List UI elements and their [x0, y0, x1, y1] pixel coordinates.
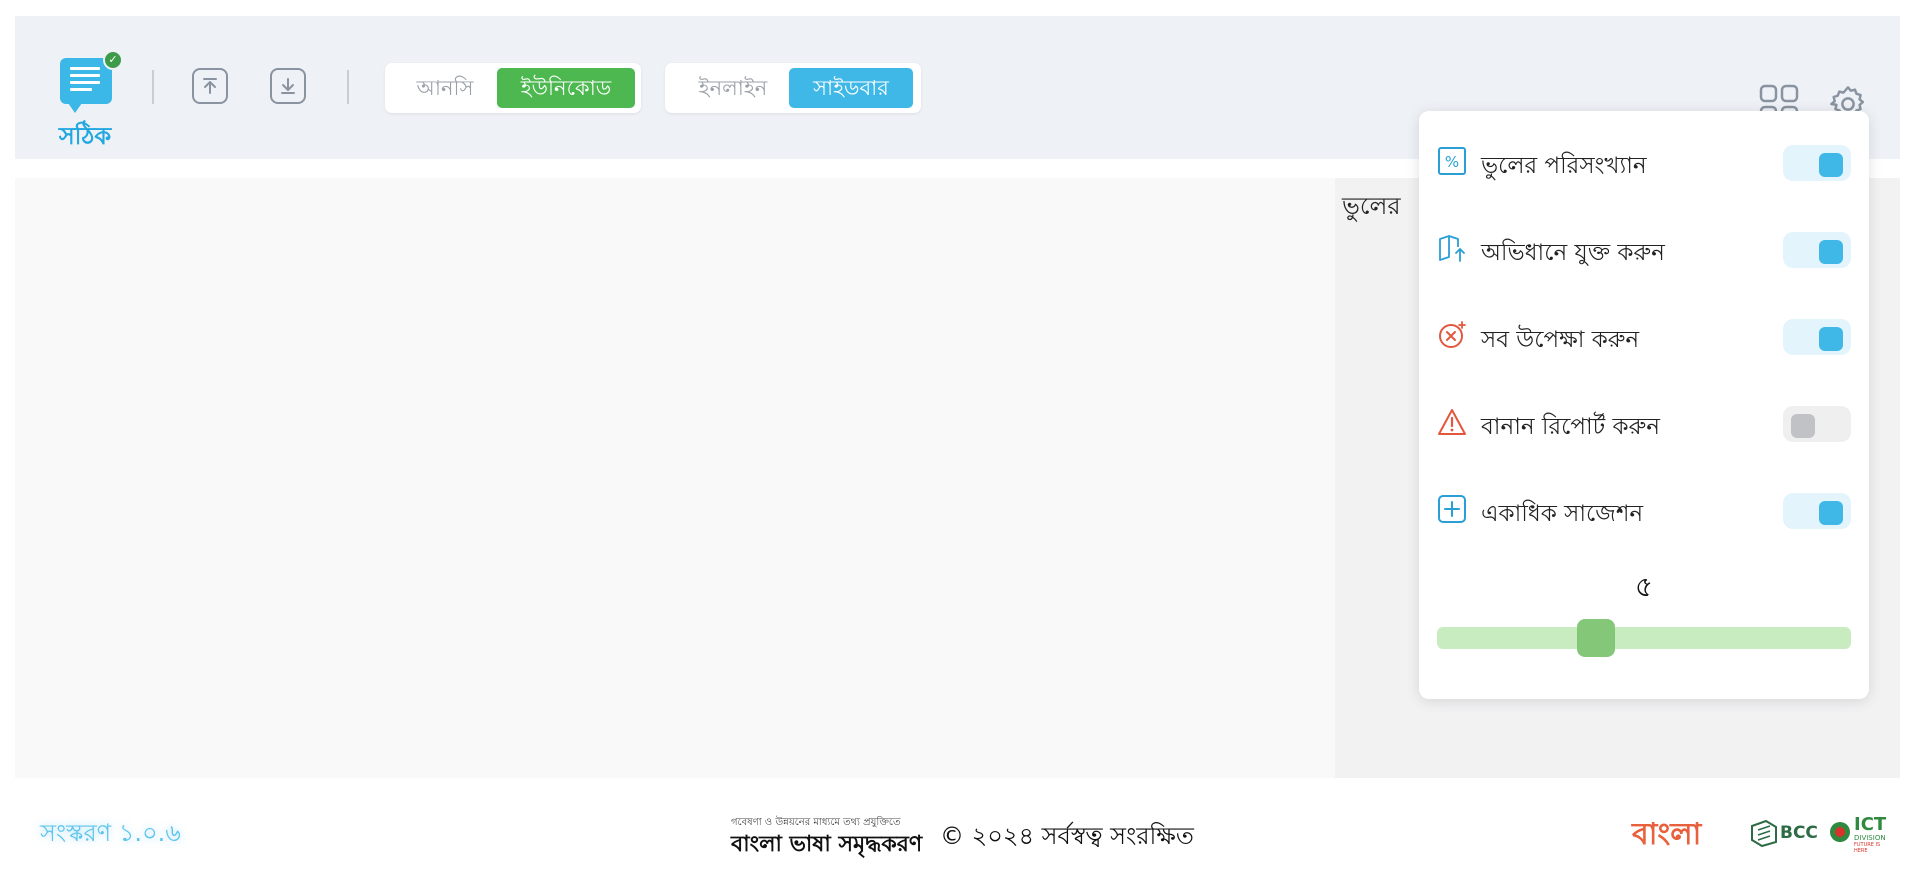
bcc-logo: BCC: [1750, 818, 1818, 850]
upload-button[interactable]: [192, 68, 228, 104]
suggestion-count-slider-thumb[interactable]: [1577, 619, 1615, 657]
suggestion-count-value: ৫: [1634, 570, 1654, 603]
suggestion-count-slider-track[interactable]: [1437, 627, 1851, 649]
setting-report-spelling: বানান রিপোর্ট করুন: [1437, 398, 1851, 448]
encoding-toggle: আনসি ইউনিকোড: [385, 63, 641, 113]
setting-label: সব উপেক্ষা করুন: [1481, 327, 1640, 353]
sidebar-option[interactable]: সাইডবার: [789, 68, 913, 108]
setting-label: ভুলের পরিসংখ্যান: [1481, 153, 1647, 179]
copyright-text: © ২০২৪ সর্বস্বত্ব সংরক্ষিত: [940, 822, 1194, 850]
setting-label: একাধিক সাজেশন: [1481, 501, 1644, 527]
divider: [347, 70, 349, 104]
inline-option[interactable]: ইনলাইন: [675, 68, 791, 108]
ict-division-logo: ICT DIVISION FUTURE IS HERE: [1830, 814, 1892, 854]
text-editor[interactable]: [15, 178, 1335, 778]
svg-text:%: %: [1445, 153, 1459, 171]
upload-icon: [203, 78, 217, 94]
ict-tagline: FUTURE IS HERE: [1854, 842, 1881, 854]
bcc-emblem-icon: [1751, 819, 1777, 848]
setting-ignore-all: সব উপেক্ষা করুন: [1437, 311, 1851, 361]
setting-label: অভিধানে যুক্ত করুন: [1481, 240, 1665, 266]
setting-label: বানান রিপোর্ট করুন: [1481, 414, 1660, 440]
plus-square-icon: [1438, 495, 1466, 523]
error-stats-toggle[interactable]: [1783, 145, 1851, 181]
version-label: সংস্করণ ১.০.৬: [40, 819, 181, 847]
ansi-option[interactable]: আনসি: [395, 68, 495, 108]
check-icon: ✓: [103, 50, 123, 70]
view-toggle: ইনলাইন সাইডবার: [665, 63, 921, 113]
divider: [152, 70, 154, 104]
bangla-logo: বাংলা: [1632, 817, 1702, 852]
percent-icon: %: [1438, 147, 1466, 175]
report-spelling-toggle[interactable]: [1783, 406, 1851, 442]
setting-error-stats: % ভুলের পরিসংখ্যান: [1437, 137, 1851, 187]
multiple-suggestions-toggle[interactable]: [1783, 493, 1851, 529]
ict-emblem-icon: [1830, 822, 1850, 842]
add-dictionary-toggle[interactable]: [1783, 232, 1851, 268]
bcc-text: BCC: [1780, 823, 1818, 843]
ignore-all-icon: [1439, 321, 1466, 348]
book-add-icon: [1439, 235, 1465, 262]
setting-multiple-suggestions: একাধিক সাজেশন: [1437, 485, 1851, 535]
download-icon: [281, 78, 295, 94]
download-button[interactable]: [270, 68, 306, 104]
warning-icon: [1438, 409, 1466, 435]
settings-panel: % ভুলের পরিসংখ্যান অভিধানে যুক্ত করুন সব…: [1419, 111, 1869, 699]
unicode-option[interactable]: ইউনিকোড: [497, 68, 635, 108]
ict-text: ICT: [1854, 814, 1887, 835]
setting-add-dictionary: অভিধানে যুক্ত করুন: [1437, 224, 1851, 274]
logo-text: সঠিক: [58, 122, 112, 150]
sidebar-title: ভুলের: [1342, 192, 1401, 220]
credit-project: বাংলা ভাষা সমৃদ্ধকরণ: [731, 832, 923, 857]
ignore-all-toggle[interactable]: [1783, 319, 1851, 355]
app-logo[interactable]: ✓ সঠিক: [45, 44, 125, 150]
ict-division-text: DIVISION: [1854, 834, 1886, 842]
